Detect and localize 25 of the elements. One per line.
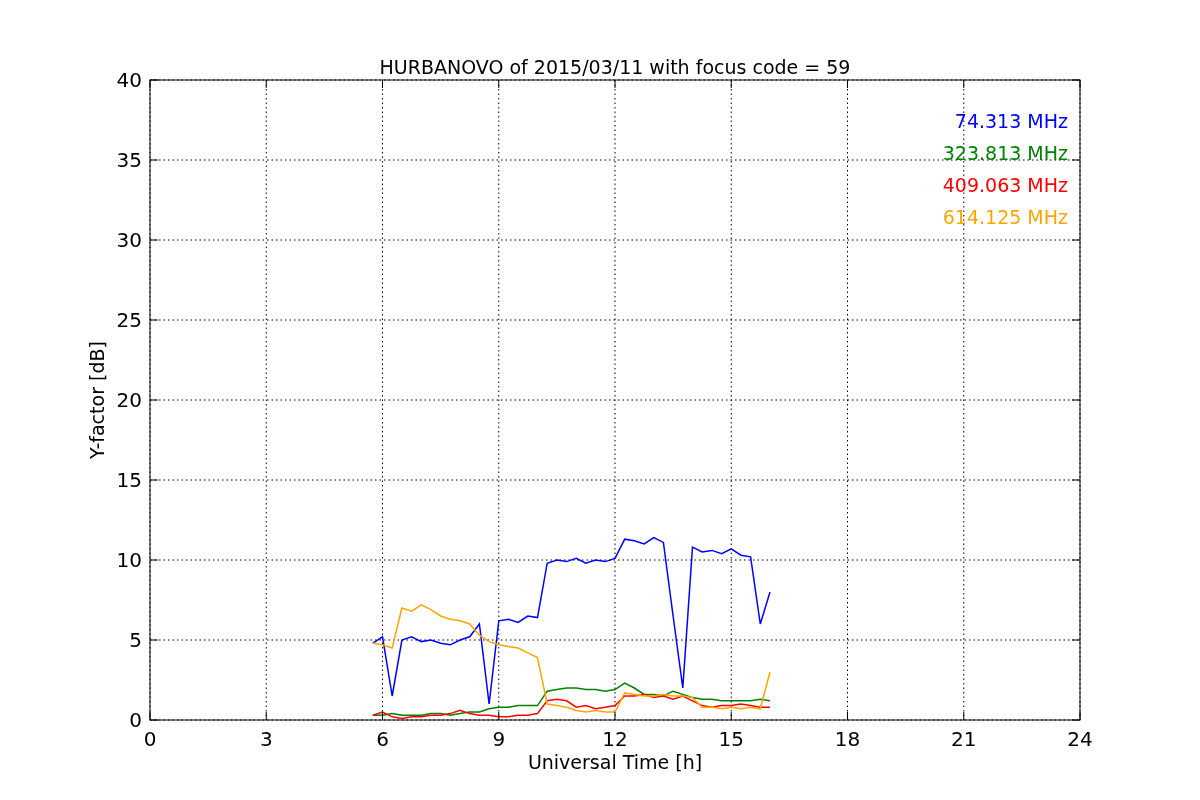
x-tick-label: 15 [718,727,744,751]
y-tick-label: 35 [116,148,142,172]
x-axis-label: Universal Time [h] [527,751,703,773]
y-axis-label: Y-factor [dB] [86,341,108,459]
x-tick-label: 24 [1067,727,1093,751]
x-tick-label: 21 [951,727,977,751]
y-tick-label: 5 [129,628,142,652]
y-tick-label: 0 [129,708,142,732]
y-tick-label: 20 [116,388,142,412]
x-tick-label: 0 [143,727,157,751]
x-tick-label: 9 [492,727,506,751]
x-tick-label: 6 [376,727,389,751]
legend-label: 74.313 MHz [954,110,1068,132]
y-tick-label: 30 [116,228,142,252]
x-tick-label: 12 [602,727,628,751]
legend-label: 614.125 MHz [942,206,1068,228]
y-tick-label: 40 [116,68,142,92]
x-tick-label: 3 [259,727,273,751]
chart-title: HURBANOVO of 2015/03/11 with focus code = 59 [379,56,851,78]
y-tick-label: 10 [116,548,142,572]
y-tick-label: 25 [116,308,142,332]
legend-label: 409.063 MHz [942,174,1068,196]
legend-label: 323.813 MHz [942,142,1068,164]
y-tick-label: 15 [116,468,142,492]
x-tick-label: 18 [834,727,861,751]
